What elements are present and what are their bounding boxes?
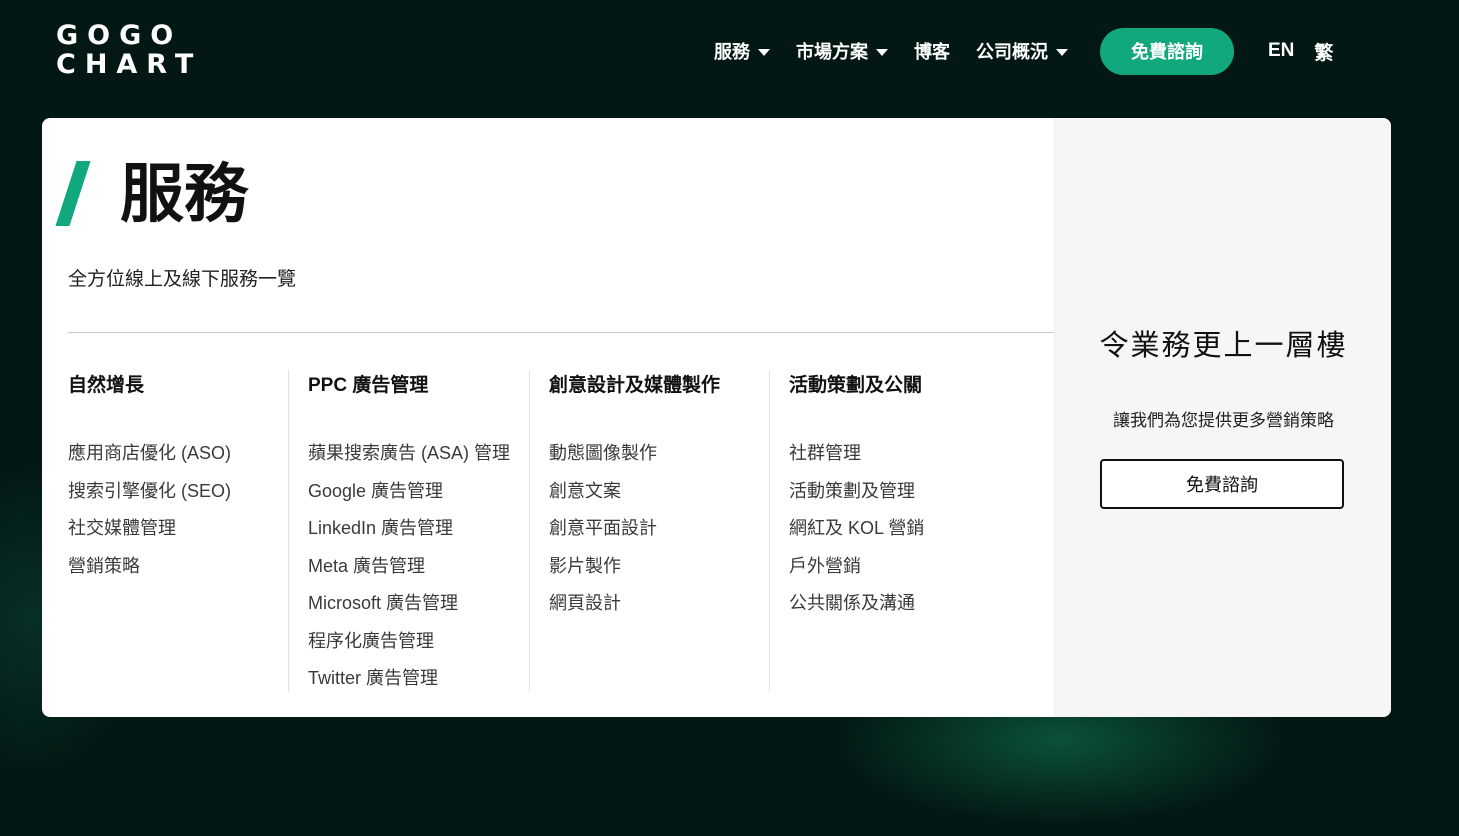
service-column-creative: 創意設計及媒體製作 動態圖像製作 創意文案 創意平面設計 影片製作 網頁設計	[529, 370, 770, 692]
nav-item-label: 博客	[914, 42, 950, 62]
menu-link[interactable]: 公共關係及溝通	[789, 585, 924, 623]
nav-item-label: 市場方案	[796, 42, 868, 62]
menu-link[interactable]: 活動策劃及管理	[789, 473, 924, 511]
menu-link[interactable]: 營銷策略	[68, 548, 231, 586]
gogochart-logo[interactable]: GOGO CHART	[56, 22, 202, 80]
column-heading: 自然增長	[68, 375, 145, 396]
nav-item-blog[interactable]: 博客	[914, 38, 950, 64]
divider	[68, 332, 1054, 333]
caret-down-icon	[876, 48, 888, 56]
column-heading: 創意設計及媒體製作	[549, 375, 721, 396]
service-column-events-pr: 活動策劃及公關 社群管理 活動策劃及管理 網紅及 KOL 營銷 戶外營銷 公共關…	[769, 370, 1010, 692]
nav-item-company[interactable]: 公司概況	[976, 38, 1068, 64]
menu-link[interactable]: 應用商店優化 (ASO)	[68, 435, 231, 473]
menu-link[interactable]: Twitter 廣告管理	[308, 660, 510, 698]
menu-subtitle: 全方位線上及線下服務一覽	[68, 269, 297, 290]
menu-link[interactable]: Google 廣告管理	[308, 473, 510, 511]
menu-link[interactable]: 戶外營銷	[789, 548, 924, 586]
nav-item-label: 公司概況	[976, 42, 1048, 62]
menu-link[interactable]: 蘋果搜索廣告 (ASA) 管理	[308, 435, 510, 473]
column-list: 社群管理 活動策劃及管理 網紅及 KOL 營銷 戶外營銷 公共關係及溝通	[789, 435, 924, 623]
caret-down-icon	[1056, 48, 1068, 56]
language-en-link[interactable]: EN	[1268, 40, 1294, 62]
menu-title: 服務	[120, 158, 248, 230]
column-heading: PPC 廣告管理	[308, 375, 429, 396]
service-column-ppc: PPC 廣告管理 蘋果搜索廣告 (ASA) 管理 Google 廣告管理 Lin…	[288, 370, 529, 692]
caret-down-icon	[758, 48, 770, 56]
promo-text: 讓我們為您提供更多營銷策略	[1113, 411, 1334, 430]
menu-link[interactable]: 網頁設計	[549, 585, 657, 623]
column-list: 應用商店優化 (ASO) 搜索引擎優化 (SEO) 社交媒體管理 營銷策略	[68, 435, 231, 585]
menu-link[interactable]: 影片製作	[549, 548, 657, 586]
promo-consultation-button[interactable]: 免費諮詢	[1100, 459, 1344, 509]
menu-link[interactable]: 網紅及 KOL 營銷	[789, 510, 924, 548]
menu-link[interactable]: 社交媒體管理	[68, 510, 231, 548]
menu-link[interactable]: 程序化廣告管理	[308, 623, 510, 661]
menu-link[interactable]: LinkedIn 廣告管理	[308, 510, 510, 548]
mega-menu-main: 服務 全方位線上及線下服務一覽 自然增長 應用商店優化 (ASO) 搜索引擎優化…	[42, 118, 1054, 717]
menu-link[interactable]: 創意平面設計	[549, 510, 657, 548]
promo-side-panel: 令業務更上一層樓 讓我們為您提供更多營銷策略 免費諮詢	[1054, 118, 1391, 717]
main-nav: 服務 市場方案 博客 公司概況 免費諮詢 EN 繁	[714, 27, 1353, 75]
language-traditional-chinese-link[interactable]: 繁	[1314, 38, 1333, 65]
menu-link[interactable]: Meta 廣告管理	[308, 548, 510, 586]
column-heading: 活動策劃及公關	[789, 375, 923, 396]
menu-link[interactable]: 搜索引擎優化 (SEO)	[68, 473, 231, 511]
accent-slash	[55, 161, 91, 226]
nav-item-services[interactable]: 服務	[714, 38, 770, 64]
services-mega-menu: 服務 全方位線上及線下服務一覽 自然增長 應用商店優化 (ASO) 搜索引擎優化…	[42, 118, 1391, 717]
column-list: 蘋果搜索廣告 (ASA) 管理 Google 廣告管理 LinkedIn 廣告管…	[308, 435, 510, 698]
menu-link[interactable]: Microsoft 廣告管理	[308, 585, 510, 623]
menu-link[interactable]: 創意文案	[549, 473, 657, 511]
nav-item-market-solutions[interactable]: 市場方案	[796, 38, 888, 64]
logo-line-2: CHART	[56, 49, 203, 80]
column-list: 動態圖像製作 創意文案 創意平面設計 影片製作 網頁設計	[549, 435, 657, 623]
promo-title: 令業務更上一層樓	[1099, 330, 1348, 362]
menu-link[interactable]: 動態圖像製作	[549, 435, 657, 473]
logo-line-1: GOGO	[56, 20, 183, 51]
nav-item-label: 服務	[714, 42, 750, 62]
free-consultation-button[interactable]: 免費諮詢	[1100, 27, 1234, 75]
menu-link[interactable]: 社群管理	[789, 435, 924, 473]
service-column-organic-growth: 自然增長 應用商店優化 (ASO) 搜索引擎優化 (SEO) 社交媒體管理 營銷…	[68, 370, 308, 692]
